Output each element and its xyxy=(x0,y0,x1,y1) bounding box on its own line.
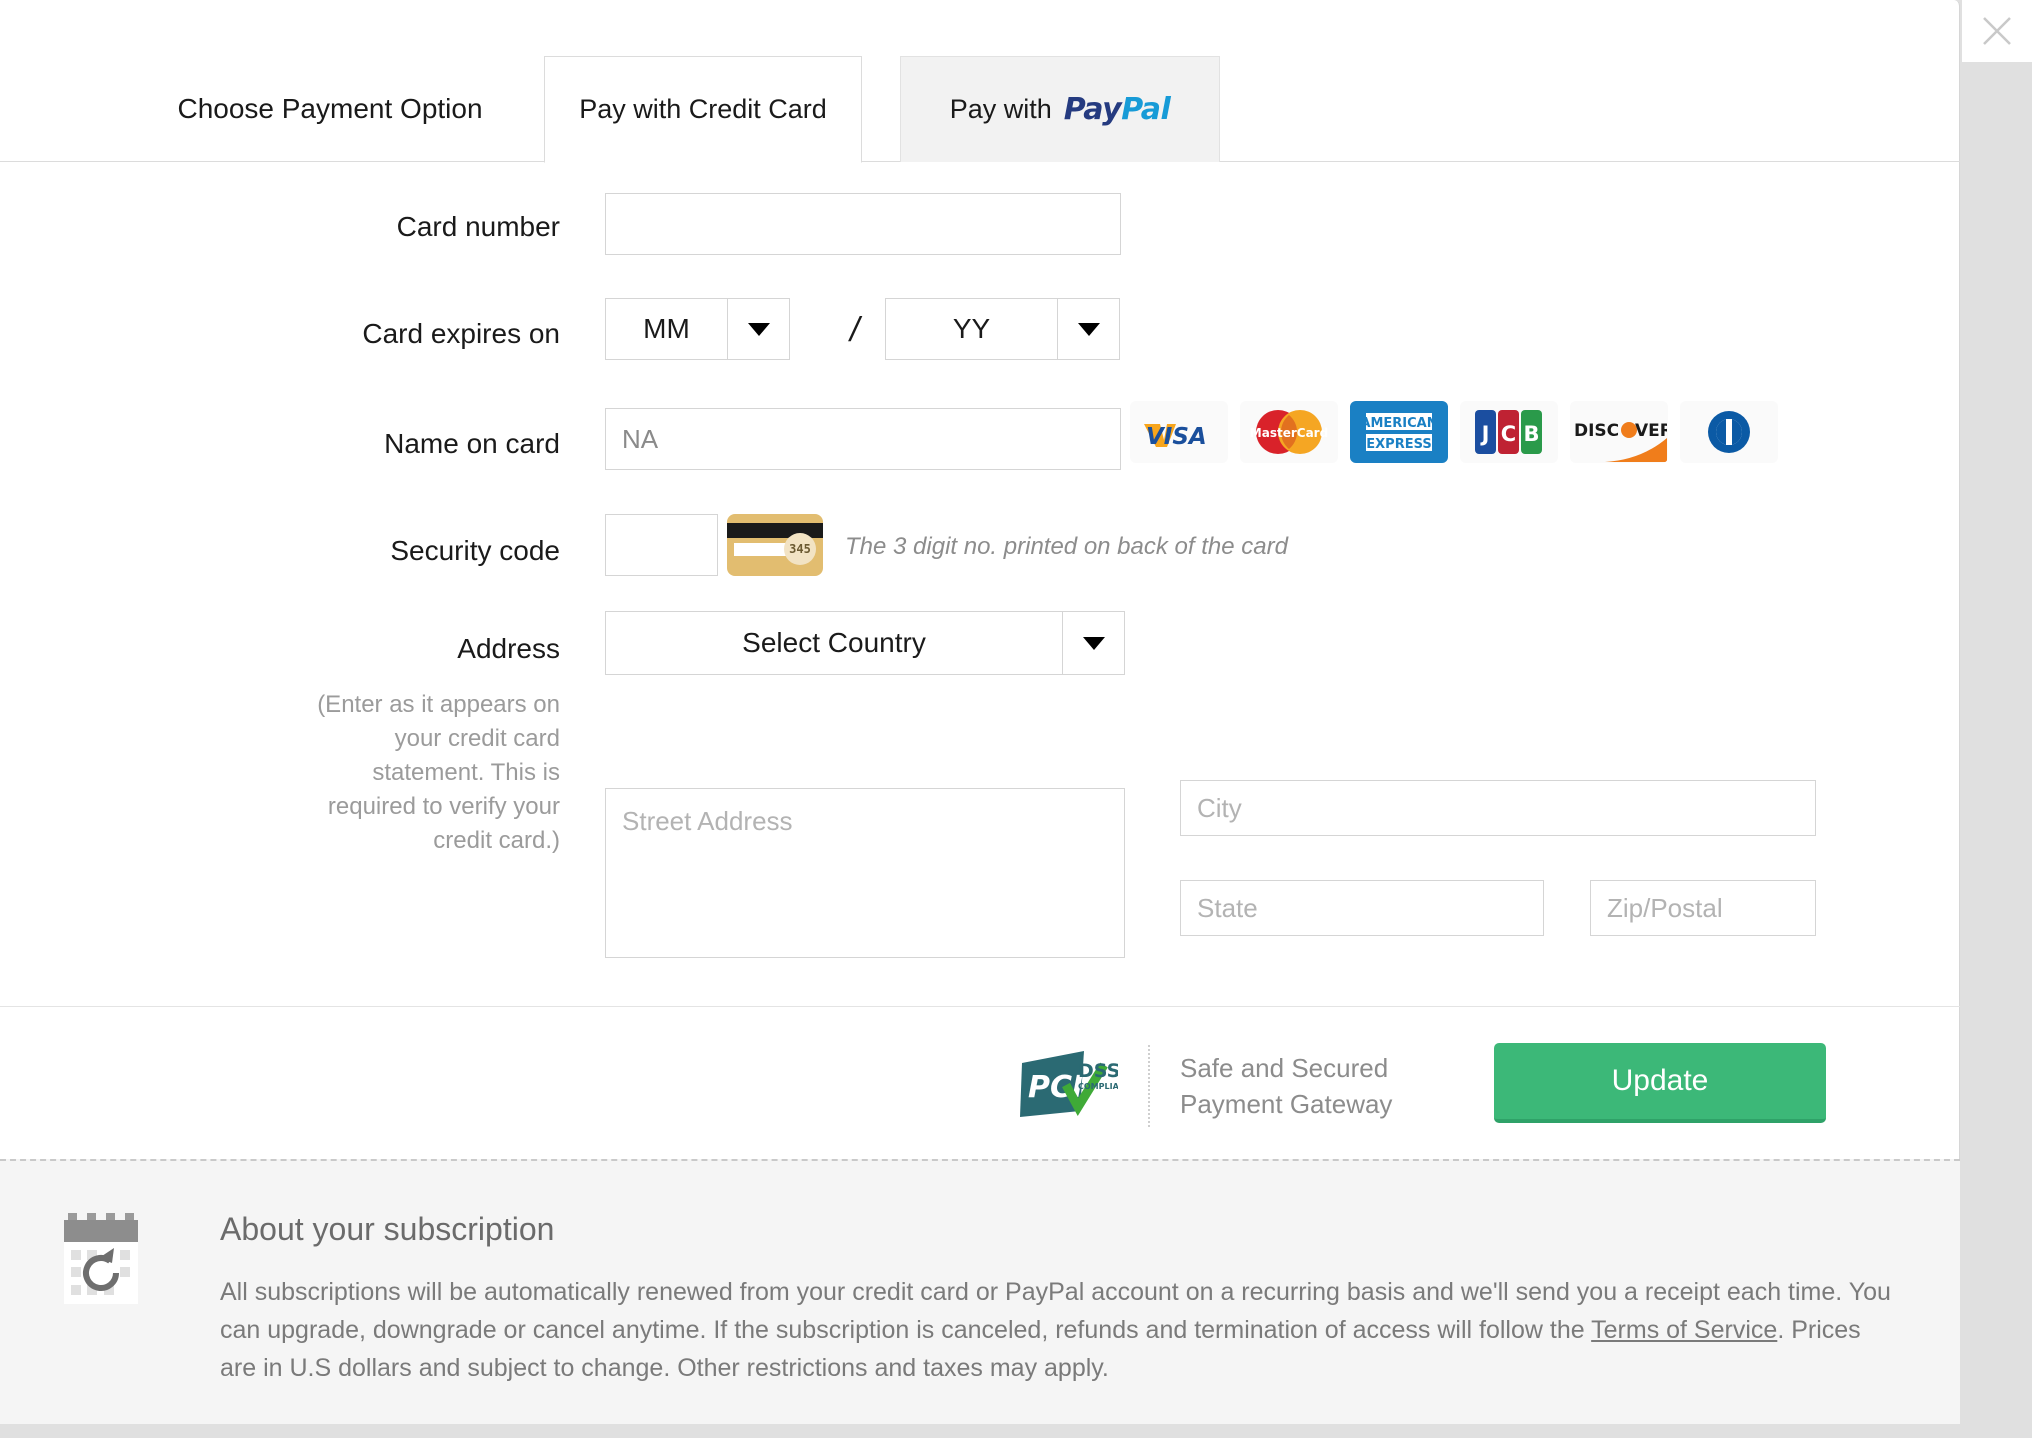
zip-input[interactable] xyxy=(1590,880,1816,936)
expiry-month-value: MM xyxy=(606,313,727,345)
security-code-label: Security code xyxy=(180,535,560,567)
svg-text:VER: VER xyxy=(1635,421,1667,441)
svg-text:J: J xyxy=(1480,422,1490,446)
expiry-year-select[interactable]: YY xyxy=(885,298,1120,360)
expiry-year-value: YY xyxy=(886,313,1057,345)
update-button[interactable]: Update xyxy=(1494,1043,1826,1123)
tab-pay-with-paypal[interactable]: Pay with PayPal xyxy=(900,56,1220,162)
badge-divider xyxy=(1148,1045,1150,1127)
tab-pay-with-credit-card-label: Pay with Credit Card xyxy=(579,94,827,125)
visa-icon: VISA xyxy=(1130,401,1228,463)
paypal-logo-pay: Pay xyxy=(1064,92,1121,127)
chevron-down-icon xyxy=(727,299,789,359)
card-number-input[interactable] xyxy=(605,193,1121,255)
svg-text:DISC: DISC xyxy=(1574,421,1619,441)
svg-text:COMPLIANT: COMPLIANT xyxy=(1078,1082,1118,1091)
amex-icon: AMERICAN EXPRESS xyxy=(1350,401,1448,463)
security-code-hint: The 3 digit no. printed on back of the c… xyxy=(845,533,1288,561)
svg-text:DSS: DSS xyxy=(1078,1060,1118,1082)
svg-text:EXPRESS: EXPRESS xyxy=(1366,437,1431,452)
discover-icon: DISC VER xyxy=(1570,401,1668,463)
cvv-digits: 345 xyxy=(784,533,816,565)
city-input[interactable] xyxy=(1180,780,1816,836)
svg-text:MasterCard: MasterCard xyxy=(1250,426,1328,440)
state-input[interactable] xyxy=(1180,880,1544,936)
close-modal-button[interactable] xyxy=(1962,0,2032,62)
expiry-separator: / xyxy=(850,311,859,350)
svg-text:C: C xyxy=(1501,422,1516,446)
address-hint: (Enter as it appears on your credit card… xyxy=(290,688,560,858)
tab-pay-with-paypal-label: Pay with xyxy=(950,94,1052,125)
street-address-input[interactable] xyxy=(605,788,1125,958)
terms-of-service-link[interactable]: Terms of Service xyxy=(1591,1316,1777,1344)
subscription-title: About your subscription xyxy=(220,1211,554,1248)
safe-secured-line-1: Safe and Secured xyxy=(1180,1050,1392,1086)
diners-club-icon xyxy=(1680,401,1778,463)
jcb-icon: J C B xyxy=(1460,401,1558,463)
safe-secured-text: Safe and Secured Payment Gateway xyxy=(1180,1050,1392,1122)
tab-choose-payment-option[interactable]: Choose Payment Option xyxy=(120,56,540,162)
subscription-body: All subscriptions will be automatically … xyxy=(220,1273,1900,1387)
payment-modal: Choose Payment Option Pay with Credit Ca… xyxy=(0,0,1960,1424)
subscription-info-footer: About your subscription All subscription… xyxy=(0,1159,1960,1424)
modal-action-bar: PCI DSS COMPLIANT Safe and Secured Payme… xyxy=(0,1006,1960,1158)
svg-text:B: B xyxy=(1523,422,1539,446)
name-on-card-label: Name on card xyxy=(180,428,560,460)
country-select[interactable]: Select Country xyxy=(605,611,1125,675)
paypal-logo-pal: Pal xyxy=(1121,92,1170,127)
tab-pay-with-credit-card[interactable]: Pay with Credit Card xyxy=(544,56,862,163)
svg-text:AMERICAN: AMERICAN xyxy=(1360,416,1437,431)
safe-secured-line-2: Payment Gateway xyxy=(1180,1086,1392,1122)
paypal-logo: PayPal xyxy=(1064,92,1171,127)
accepted-card-brands: VISA MasterCard AMERICAN EXPRESS xyxy=(1130,401,1778,463)
pci-compliance-badge: PCI DSS COMPLIANT Safe and Secured Payme… xyxy=(1018,1045,1392,1127)
close-icon xyxy=(1980,14,2014,48)
tab-choose-payment-option-label: Choose Payment Option xyxy=(177,93,482,125)
address-label: Address xyxy=(180,633,560,665)
payment-tab-bar: Choose Payment Option Pay with Credit Ca… xyxy=(0,0,1960,162)
name-on-card-input[interactable] xyxy=(605,408,1121,470)
security-code-input[interactable] xyxy=(605,514,718,576)
country-value: Select Country xyxy=(606,627,1062,659)
cvv-card-icon: 345 xyxy=(727,514,823,576)
pci-dss-icon: PCI DSS COMPLIANT xyxy=(1018,1049,1118,1123)
card-number-label: Card number xyxy=(180,211,560,243)
credit-card-form: Card number VISA MasterCard xyxy=(0,163,1960,1006)
svg-text:VISA: VISA xyxy=(1146,424,1207,449)
chevron-down-icon xyxy=(1057,299,1119,359)
mastercard-icon: MasterCard xyxy=(1240,401,1338,463)
recurring-calendar-icon xyxy=(62,1209,150,1313)
chevron-down-icon xyxy=(1062,612,1124,674)
card-expires-label: Card expires on xyxy=(180,318,560,350)
expiry-month-select[interactable]: MM xyxy=(605,298,790,360)
